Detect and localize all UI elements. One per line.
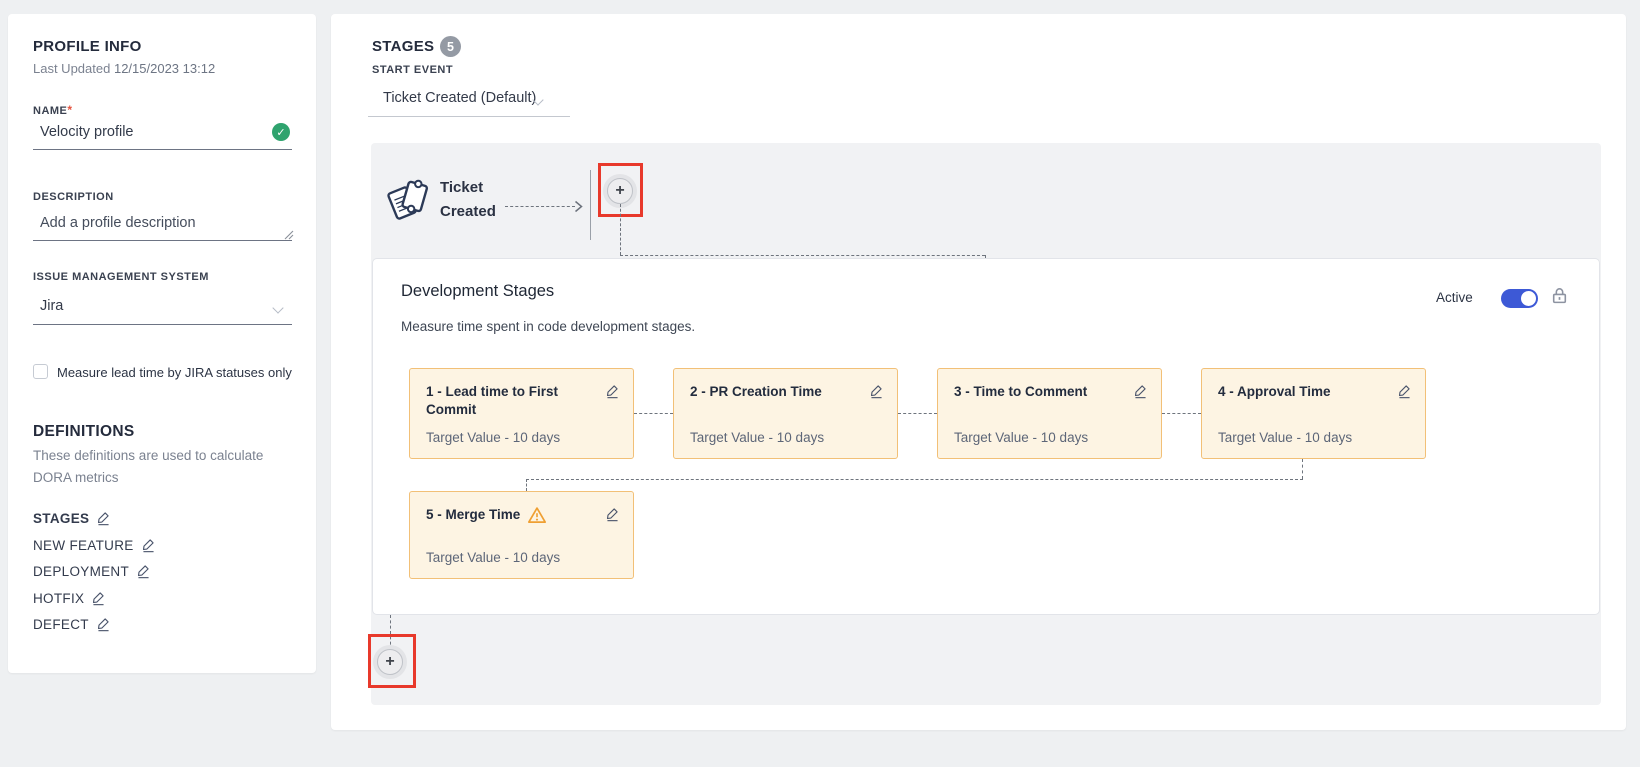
stage-connector — [1162, 413, 1201, 414]
stage-card-3[interactable]: 3 - Time to Comment Target Value - 10 da… — [937, 368, 1162, 459]
jira-statuses-checkbox[interactable] — [33, 364, 48, 379]
stages-title: STAGES — [372, 38, 434, 55]
start-event-select[interactable]: Ticket Created (Default) — [368, 90, 570, 117]
profile-info-title: PROFILE INFO — [33, 38, 142, 55]
screen: PROFILE INFO Last Updated 12/15/2023 13:… — [0, 0, 1640, 767]
stage-title: 5 - Merge Time — [426, 506, 520, 524]
edit-icon[interactable] — [869, 383, 884, 399]
description-label: DESCRIPTION — [33, 191, 114, 203]
name-label: NAME — [33, 105, 67, 117]
stage-title: 2 - PR Creation Time — [690, 383, 855, 401]
name-field-wrap — [33, 120, 292, 150]
edit-icon[interactable] — [605, 383, 620, 399]
stage-title: 3 - Time to Comment — [954, 383, 1119, 401]
definitions-subtitle: These definitions are used to calculate … — [33, 445, 289, 488]
stage-connector — [1302, 459, 1303, 479]
start-node-label: Ticket Created — [440, 176, 512, 224]
edit-icon[interactable] — [96, 616, 111, 632]
definition-row-deployment: DEPLOYMENT — [33, 563, 151, 579]
definition-label: NEW FEATURE — [33, 538, 134, 553]
definition-label: DEPLOYMENT — [33, 564, 129, 579]
start-event-label: START EVENT — [372, 64, 453, 76]
check-circle-icon: ✓ — [272, 123, 290, 141]
stage-connector — [898, 413, 937, 414]
stage-card-2[interactable]: 2 - PR Creation Time Target Value - 10 d… — [673, 368, 898, 459]
lock-icon[interactable] — [1550, 286, 1569, 310]
issue-management-value: Jira — [33, 298, 63, 314]
add-stage-button-top[interactable]: + — [607, 178, 633, 204]
jira-statuses-checkbox-label: Measure lead time by JIRA statuses only — [57, 365, 292, 380]
stage-group-title: Development Stages — [401, 282, 554, 301]
edit-icon[interactable] — [96, 510, 111, 526]
stage-connector — [526, 479, 1303, 480]
flow-connector — [505, 206, 575, 207]
last-updated: Last Updated 12/15/2023 13:12 — [33, 61, 215, 76]
definition-label: STAGES — [33, 511, 89, 526]
edit-icon[interactable] — [1397, 383, 1412, 399]
stage-card-4[interactable]: 4 - Approval Time Target Value - 10 days — [1201, 368, 1426, 459]
stage-target-value: Target Value - 10 days — [426, 430, 560, 445]
warning-icon — [527, 506, 547, 524]
add-stage-button-bottom[interactable]: + — [377, 649, 403, 675]
edit-icon[interactable] — [605, 506, 620, 522]
edit-icon[interactable] — [91, 590, 106, 606]
stage-group-card: Development Stages Measure time spent in… — [372, 258, 1600, 615]
flow-canvas: Ticket Created + Development Stages Meas… — [371, 143, 1601, 705]
stage-card-1[interactable]: 1 - Lead time to First Commit Target Val… — [409, 368, 634, 459]
stage-connector — [526, 479, 527, 491]
description-field-wrap — [33, 211, 292, 241]
stage-card-5[interactable]: 5 - Merge Time Target Value - 10 days — [409, 491, 634, 579]
stage-title: 4 - Approval Time — [1218, 383, 1383, 401]
flow-connector — [620, 255, 985, 256]
start-event-value: Ticket Created (Default) — [368, 90, 536, 106]
resize-handle-icon[interactable] — [284, 227, 294, 245]
edit-icon[interactable] — [141, 537, 156, 553]
last-updated-value: 12/15/2023 13:12 — [114, 61, 215, 76]
arrow-right-icon — [574, 200, 583, 218]
definition-row-new-feature: NEW FEATURE — [33, 537, 156, 553]
chevron-down-icon — [272, 302, 283, 313]
name-input[interactable] — [33, 120, 292, 149]
flow-divider-line — [590, 170, 591, 240]
edit-icon[interactable] — [136, 563, 151, 579]
definition-row-hotfix: HOTFIX — [33, 590, 106, 606]
edit-icon[interactable] — [1133, 383, 1148, 399]
stage-target-value: Target Value - 10 days — [954, 430, 1088, 445]
plus-icon: + — [385, 654, 394, 670]
flow-connector — [620, 204, 621, 255]
stages-count-badge: 5 — [440, 36, 461, 57]
ticket-icon — [383, 173, 433, 230]
stage-title: 1 - Lead time to First Commit — [426, 383, 591, 419]
definition-row-defect: DEFECT — [33, 616, 111, 632]
stage-target-value: Target Value - 10 days — [690, 430, 824, 445]
profile-info-panel: PROFILE INFO Last Updated 12/15/2023 13:… — [8, 14, 316, 673]
description-input[interactable] — [33, 211, 292, 240]
issue-management-label: ISSUE MANAGEMENT SYSTEM — [33, 271, 209, 283]
definition-label: DEFECT — [33, 617, 89, 632]
last-updated-label: Last Updated — [33, 61, 110, 76]
stage-connector — [634, 413, 673, 414]
active-toggle[interactable] — [1501, 289, 1538, 308]
name-label-row: NAME* — [33, 101, 72, 119]
definition-row-stages: STAGES — [33, 510, 111, 526]
plus-icon: + — [615, 183, 624, 199]
required-asterisk: * — [67, 103, 72, 117]
stage-group-subtitle: Measure time spent in code development s… — [401, 319, 695, 334]
stage-title-row: 5 - Merge Time — [426, 506, 591, 524]
definition-label: HOTFIX — [33, 591, 84, 606]
stage-target-value: Target Value - 10 days — [426, 550, 560, 565]
toggle-knob — [1521, 291, 1536, 306]
stages-panel: STAGES 5 START EVENT Ticket Created (Def… — [331, 14, 1626, 730]
stage-target-value: Target Value - 10 days — [1218, 430, 1352, 445]
active-label: Active — [1436, 290, 1473, 305]
issue-management-select[interactable]: Jira — [33, 298, 292, 325]
definitions-title: DEFINITIONS — [33, 423, 134, 441]
